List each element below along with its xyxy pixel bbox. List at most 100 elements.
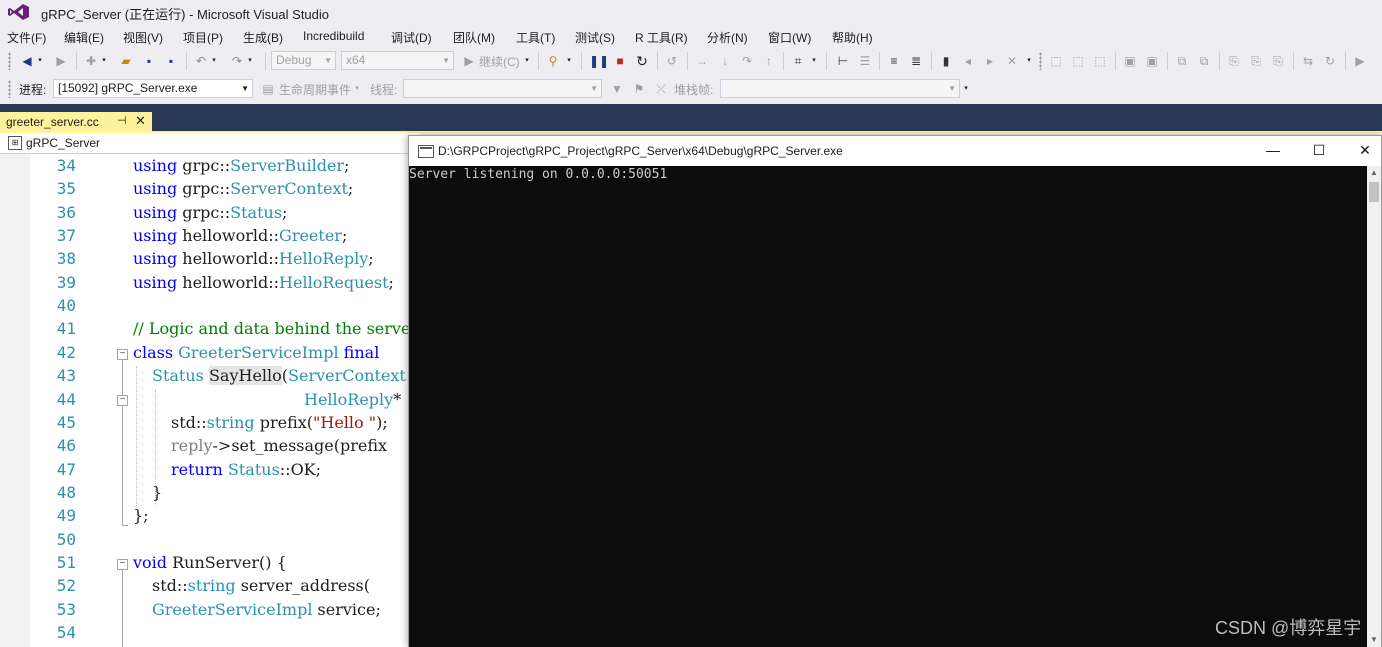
scroll-thumb[interactable] (1369, 182, 1379, 202)
redo-icon[interactable]: ↷ (228, 52, 246, 70)
stack-frame-select[interactable]: ▼ (720, 79, 960, 98)
scroll-up-icon[interactable]: ▲ (1367, 166, 1381, 180)
menu-team[interactable]: 团队(M) (453, 29, 495, 46)
ib-agent-icon[interactable]: ▣ (1143, 52, 1161, 70)
platform-select[interactable]: x64 ▼ (341, 51, 454, 70)
run-icon[interactable]: ▶ (1351, 52, 1369, 70)
stack-icon[interactable]: ☰ (856, 52, 874, 70)
menu-project[interactable]: 项目(P) (183, 29, 223, 46)
menu-window[interactable]: 窗口(W) (768, 29, 811, 46)
back-icon[interactable]: ◀ (18, 52, 36, 70)
continue-button[interactable]: 继续(C) (479, 53, 520, 70)
clear-bookmarks-icon[interactable]: ✕ (1003, 52, 1021, 70)
show-next-statement-icon[interactable]: ↺ (663, 52, 681, 70)
hex-display-icon[interactable]: ⌗ (789, 52, 807, 70)
console-window[interactable]: D:\GRPCProject\gRPC_Project\gRPC_Server\… (408, 135, 1382, 647)
ib-settings-icon[interactable]: ⧉ (1173, 52, 1191, 70)
uncomment-icon[interactable]: ≣ (907, 52, 925, 70)
find-dropdown-icon[interactable]: ▾ (565, 52, 573, 70)
ib-file-icon[interactable]: ⎘ (1225, 52, 1243, 70)
step-into-icon[interactable]: → (693, 52, 711, 70)
console-title-bar[interactable]: D:\GRPCProject\gRPC_Project\gRPC_Server\… (409, 136, 1381, 166)
filter-icon[interactable]: ▼ (608, 80, 626, 98)
continue-dropdown-icon[interactable]: ▾ (523, 52, 531, 70)
console-output-area[interactable]: Server listening on 0.0.0.0:50051 (409, 166, 1367, 647)
collapse-icon[interactable]: − (117, 349, 128, 360)
lifecycle-dropdown-icon[interactable]: ▾ (353, 80, 361, 98)
step-out-icon[interactable]: ↷ (738, 52, 756, 70)
break-all-icon[interactable]: ❚❚ (589, 52, 609, 70)
menu-r-tools[interactable]: R 工具(R) (635, 29, 688, 46)
project-dropdown[interactable]: gRPC_Server (26, 136, 100, 150)
ib-file3-icon[interactable]: ⎘ (1269, 52, 1287, 70)
lifecycle-events-label[interactable]: 生命周期事件 (279, 81, 351, 98)
prev-bookmark-icon[interactable]: ◂ (959, 52, 977, 70)
ib-clean-icon[interactable]: ⬚ (1091, 52, 1109, 70)
menu-debug[interactable]: 调试(D) (391, 29, 432, 46)
close-icon[interactable]: ✕ (1350, 140, 1380, 160)
console-app-icon (418, 145, 434, 158)
find-in-files-icon[interactable]: ⚲ (544, 52, 562, 70)
save-icon[interactable]: ▪ (140, 52, 158, 70)
menu-help[interactable]: 帮助(H) (832, 29, 873, 46)
toolbar-grip[interactable] (8, 80, 11, 98)
tab-greeter-server[interactable]: greeter_server.cc ⊣ ✕ (0, 112, 152, 133)
menu-incredibuild[interactable]: Incredibuild (303, 29, 364, 43)
step-back-icon[interactable]: ↑ (760, 52, 778, 70)
restart-icon[interactable]: ↻ (633, 52, 651, 70)
menu-test[interactable]: 测试(S) (575, 29, 615, 46)
maximize-icon[interactable]: ☐ (1304, 140, 1334, 160)
ib-monitor-icon[interactable]: ▣ (1121, 52, 1139, 70)
save-all-icon[interactable]: ▪ (162, 52, 180, 70)
menu-tools[interactable]: 工具(T) (516, 29, 555, 46)
next-bookmark-icon[interactable]: ▸ (981, 52, 999, 70)
code-line: }; (133, 506, 149, 526)
menu-edit[interactable]: 编辑(E) (64, 29, 104, 46)
toolbar-overflow-icon[interactable]: ▾ (1025, 52, 1033, 70)
flag-icon[interactable]: ⚑ (630, 80, 648, 98)
collapse-icon[interactable]: − (117, 559, 128, 570)
thread-icon[interactable]: ⊢ (834, 52, 852, 70)
menu-analyze[interactable]: 分析(N) (707, 29, 748, 46)
comment-icon[interactable]: ≡ (885, 52, 903, 70)
new-dropdown-icon[interactable]: ▾ (100, 52, 108, 70)
forward-icon[interactable]: ▶ (52, 52, 70, 70)
continue-icon[interactable]: ▶ (460, 52, 478, 70)
toolbar-grip[interactable] (8, 52, 11, 70)
menu-view[interactable]: 视图(V) (123, 29, 163, 46)
thread-select[interactable]: ▼ (403, 79, 602, 98)
minimize-icon[interactable]: — (1258, 140, 1288, 160)
toolbar-overflow-icon[interactable]: ▾ (962, 80, 970, 98)
step-over-icon[interactable]: ↓ (716, 52, 734, 70)
new-item-icon[interactable]: ✚ (82, 52, 100, 70)
hex-dropdown-icon[interactable]: ▾ (810, 52, 818, 70)
refresh-icon[interactable]: ↻ (1321, 52, 1339, 70)
collapse-icon[interactable]: − (117, 395, 128, 406)
ib-rebuild-icon[interactable]: ⬚ (1069, 52, 1087, 70)
open-folder-icon[interactable]: ▰ (117, 52, 135, 70)
stop-debugging-icon[interactable]: ■ (611, 52, 629, 70)
undo-icon[interactable]: ↶ (192, 52, 210, 70)
scroll-down-icon[interactable]: ▼ (1367, 633, 1381, 647)
editor-navigation-bar: ⊞ gRPC_Server (0, 133, 420, 154)
ib-coordinator-icon[interactable]: ⧉ (1195, 52, 1213, 70)
lifecycle-icon[interactable]: ▤ (259, 80, 277, 98)
undo-dropdown-icon[interactable]: ▾ (210, 52, 218, 70)
close-tab-icon[interactable]: ✕ (135, 113, 146, 129)
breakpoint-margin[interactable] (0, 154, 30, 647)
ib-file2-icon[interactable]: ⎘ (1247, 52, 1265, 70)
config-select[interactable]: Debug ▼ (271, 51, 336, 70)
menu-build[interactable]: 生成(B) (243, 29, 283, 46)
bookmark-icon[interactable]: ▮ (937, 52, 955, 70)
back-dropdown-icon[interactable]: ▾ (36, 52, 44, 70)
process-select[interactable]: [15092] gRPC_Server.exe ▼ (53, 79, 253, 98)
clear-filter-icon[interactable]: ⤫ (652, 80, 670, 98)
code-editor[interactable]: 34 35 36 37 38 39 40 41 42 43 44 45 46 4… (0, 154, 510, 647)
console-scrollbar[interactable]: ▲ ▼ (1367, 166, 1381, 647)
title-bar: gRPC_Server (正在运行) - Microsoft Visual St… (0, 0, 1382, 24)
redo-dropdown-icon[interactable]: ▾ (246, 52, 254, 70)
pin-icon[interactable]: ⊣ (117, 114, 127, 127)
menu-file[interactable]: 文件(F) (7, 29, 46, 46)
ib-build-icon[interactable]: ⬚ (1047, 52, 1065, 70)
sync-icon[interactable]: ⇆ (1299, 52, 1317, 70)
